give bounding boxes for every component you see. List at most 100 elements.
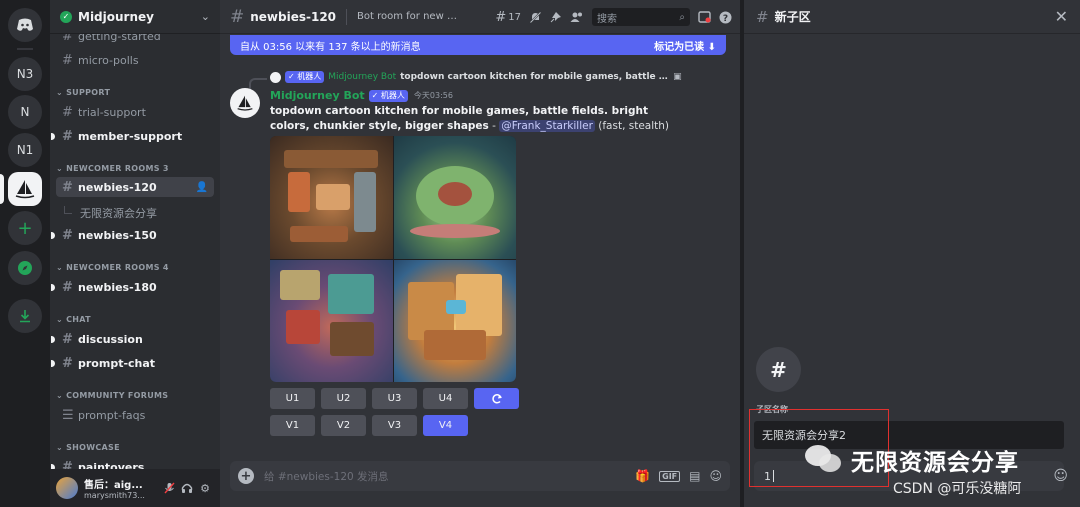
midjourney-sail-icon xyxy=(15,180,35,199)
avatar[interactable] xyxy=(56,477,78,499)
channel-trial-support[interactable]: # trial-support xyxy=(56,102,214,122)
svg-text:?: ? xyxy=(723,14,728,24)
notification-bell-muted-icon[interactable] xyxy=(529,10,542,24)
server-n3[interactable]: N3 xyxy=(8,57,42,91)
thread-icon: # xyxy=(756,7,769,26)
v2-button[interactable]: V2 xyxy=(321,415,366,436)
u1-button[interactable]: U1 xyxy=(270,388,315,409)
add-attachment-button[interactable]: + xyxy=(238,468,254,484)
verified-icon: ✓ xyxy=(60,10,72,23)
thread-panel-title: 新子区 xyxy=(774,10,811,24)
add-server-button[interactable]: + xyxy=(8,211,42,245)
channel-micro-polls[interactable]: # micro-polls xyxy=(56,50,214,70)
midjourney-sail-icon xyxy=(237,95,253,111)
category-community-forums[interactable]: ⌄ COMMUNITY FORUMS xyxy=(56,391,168,400)
search-input[interactable]: 搜索 ⌕ xyxy=(592,8,690,26)
gear-icon[interactable]: ⚙ xyxy=(196,479,214,497)
mark-as-read-button[interactable]: 标记为已读 ⬇ xyxy=(654,38,716,53)
new-thread-panel: # 新子区 ✕ # 子区名称 无限资源会分享2 1 ☺ xyxy=(742,0,1080,507)
user-name: 售后：aig... xyxy=(84,480,143,491)
hash-icon: # xyxy=(62,355,73,371)
server-midjourney[interactable] xyxy=(8,172,42,206)
image-icon: ▣ xyxy=(673,72,682,82)
inbox-icon[interactable] xyxy=(698,11,711,23)
category-newcomer-rooms-3[interactable]: ⌄ NEWCOMER ROOMS 3 xyxy=(56,164,169,173)
category-showcase[interactable]: ⌄ SHOWCASE xyxy=(56,443,120,452)
message-author[interactable]: Midjourney Bot xyxy=(270,89,365,102)
headphones-icon[interactable] xyxy=(178,479,196,497)
channel-title: newbies-120 xyxy=(250,9,337,24)
active-server-pill xyxy=(0,174,4,204)
topbar-divider xyxy=(346,8,348,25)
member-list-icon[interactable] xyxy=(570,11,584,23)
channel-topbar: # newbies-120 Bot room for new use... #1… xyxy=(220,0,740,34)
u4-button[interactable]: U4 xyxy=(423,388,468,409)
emoji-icon[interactable]: ☺ xyxy=(1053,468,1068,484)
plus-icon: + xyxy=(17,217,33,239)
threads-icon[interactable]: #17 xyxy=(495,10,521,25)
channel-prompt-faqs[interactable]: ☰ prompt-faqs xyxy=(56,405,214,425)
user-tag: marysmith73... xyxy=(84,491,145,500)
user-mention[interactable]: @Frank_Starkiller xyxy=(499,120,595,132)
new-messages-banner[interactable]: 自从 03:56 以来有 137 条以上的新消息 标记为已读 ⬇ xyxy=(230,35,726,55)
discord-app: N3 N N1 + # getting-started # micro-polls … xyxy=(0,0,1080,507)
thread-item-wuxian[interactable]: 无限资源会分享 xyxy=(64,205,157,221)
search-icon: ⌕ xyxy=(679,11,685,23)
channel-newbies-180[interactable]: # newbies-180 xyxy=(51,277,214,297)
v4-button[interactable]: V4 xyxy=(423,415,468,436)
channel-member-support[interactable]: # member-support xyxy=(51,126,214,146)
channel-newbies-150[interactable]: # newbies-150 xyxy=(51,225,214,245)
watermark-text: 无限资源会分享 xyxy=(851,450,1019,476)
user-info[interactable]: 售后：aig... marysmith73... xyxy=(84,476,160,500)
hash-icon: # xyxy=(62,227,73,243)
hash-icon: # xyxy=(230,6,245,27)
compass-icon xyxy=(18,261,32,275)
sticker-icon[interactable]: ▤ xyxy=(689,469,700,483)
u2-button[interactable]: U2 xyxy=(321,388,366,409)
help-icon[interactable]: ? xyxy=(719,11,732,24)
server-n1[interactable]: N1 xyxy=(8,133,42,167)
avatar[interactable] xyxy=(230,88,260,118)
category-newcomer-rooms-4[interactable]: ⌄ NEWCOMER ROOMS 4 xyxy=(56,263,169,272)
server-n[interactable]: N xyxy=(8,95,42,129)
topbar-actions: #17 搜索 ⌕ ? xyxy=(495,0,732,34)
emoji-icon[interactable]: ☺ xyxy=(709,469,722,483)
channel-prompt-chat[interactable]: # prompt-chat xyxy=(51,353,214,373)
message-composer: + 给 #newbies-120 发消息 🎁 GIF ▤ ☺ xyxy=(230,461,730,491)
watermark: 无限资源会分享 xyxy=(805,443,1019,477)
message-input[interactable]: 给 #newbies-120 发消息 xyxy=(264,469,626,484)
hash-icon: # xyxy=(62,179,73,195)
new-messages-text: 自从 03:56 以来有 137 条以上的新消息 xyxy=(240,41,421,53)
reply-reference[interactable]: ✓ 机器人 Midjourney Bot topdown cartoon kit… xyxy=(270,71,682,83)
v1-button[interactable]: V1 xyxy=(270,415,315,436)
reroll-button[interactable] xyxy=(474,388,519,409)
add-member-icon[interactable]: 👤 xyxy=(196,182,208,193)
channel-newbies-120[interactable]: # newbies-120 👤 xyxy=(56,177,214,197)
v3-button[interactable]: V3 xyxy=(372,415,417,436)
u3-button[interactable]: U3 xyxy=(372,388,417,409)
reply-author[interactable]: Midjourney Bot xyxy=(328,72,396,82)
gif-button[interactable]: GIF xyxy=(659,470,681,482)
rail-divider xyxy=(17,48,33,50)
server-rail: N3 N N1 + xyxy=(0,0,50,507)
hash-icon: # xyxy=(62,52,73,68)
generated-image-grid[interactable] xyxy=(270,136,516,382)
image-quadrant-1 xyxy=(270,136,393,259)
download-apps-button[interactable] xyxy=(8,299,42,333)
thread-panel-header: # 新子区 ✕ xyxy=(744,0,1080,34)
channel-topic[interactable]: Bot room for new use... xyxy=(357,11,457,22)
message-content: topdown cartoon kitchen for mobile games… xyxy=(270,105,670,132)
pin-icon[interactable] xyxy=(550,11,562,23)
category-support[interactable]: ⌄ SUPPORT xyxy=(56,88,110,97)
guild-header[interactable]: ✓ Midjourney ⌄ xyxy=(50,0,220,34)
mute-mic-icon[interactable] xyxy=(160,479,178,497)
chat-main: 自从 03:56 以来有 137 条以上的新消息 标记为已读 ⬇ ✓ 机器人 M… xyxy=(220,0,740,507)
category-chat[interactable]: ⌄ CHAT xyxy=(56,315,91,324)
discord-home-button[interactable] xyxy=(8,8,42,42)
message-timestamp: 今天03:56 xyxy=(413,91,453,100)
close-icon[interactable]: ✕ xyxy=(1055,7,1068,26)
reply-connector xyxy=(249,78,267,90)
gift-icon[interactable]: 🎁 xyxy=(635,469,650,483)
explore-servers-button[interactable] xyxy=(8,251,42,285)
channel-discussion[interactable]: # discussion xyxy=(51,329,214,349)
